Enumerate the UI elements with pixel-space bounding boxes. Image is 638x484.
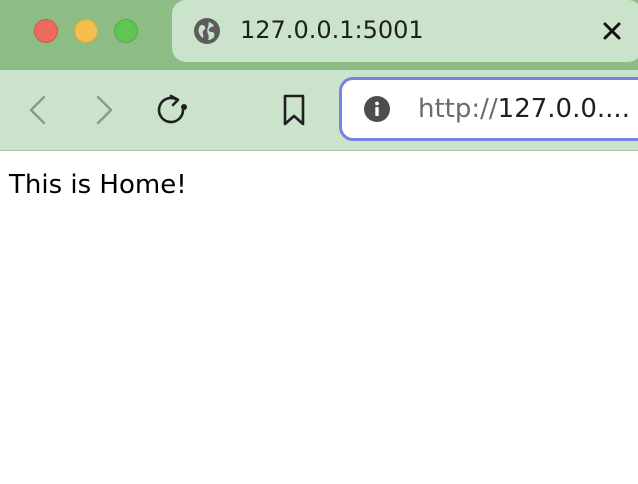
window-close-button[interactable] xyxy=(34,19,58,43)
info-icon[interactable] xyxy=(364,96,390,122)
reload-icon[interactable] xyxy=(155,92,191,128)
window-maximize-button[interactable] xyxy=(114,19,138,43)
chevron-left-icon[interactable] xyxy=(20,92,56,128)
active-tab[interactable]: 127.0.0.1:5001 xyxy=(172,0,638,62)
url-host: 127.0.0.... xyxy=(497,94,630,124)
toolbar: http://127.0.0.... xyxy=(0,70,638,151)
window-minimize-button[interactable] xyxy=(74,19,98,43)
tab-title: 127.0.0.1:5001 xyxy=(240,16,424,44)
bookmark-icon[interactable] xyxy=(276,92,312,128)
tab-strip: 127.0.0.1:5001 xyxy=(0,0,638,70)
page-text: This is Home! xyxy=(9,170,187,200)
chevron-right-icon[interactable] xyxy=(86,92,122,128)
close-icon[interactable] xyxy=(600,19,624,43)
globe-icon xyxy=(194,18,220,44)
browser-window: 127.0.0.1:5001 http://127.0.0.... This i… xyxy=(0,0,638,484)
address-url[interactable]: http://127.0.0.... xyxy=(418,92,630,126)
address-bar[interactable]: http://127.0.0.... xyxy=(339,77,638,141)
page-content: This is Home! xyxy=(0,151,638,484)
url-scheme: http:// xyxy=(418,94,498,124)
